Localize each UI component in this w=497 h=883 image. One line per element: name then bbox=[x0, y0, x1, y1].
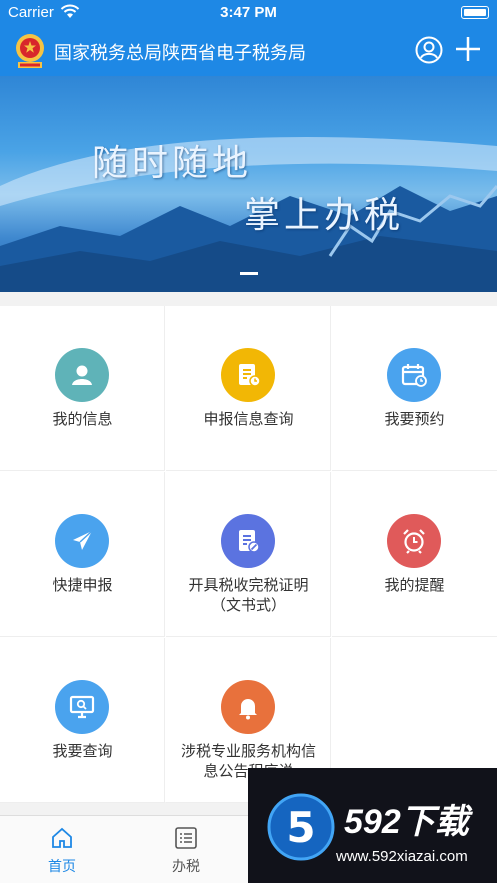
list-icon bbox=[174, 826, 198, 850]
user-icon bbox=[55, 348, 109, 402]
grid-item-label: 开具税收完税证明（文书式） bbox=[188, 577, 309, 614]
grid-item-declaration-query[interactable]: 申报信息查询 bbox=[166, 306, 331, 471]
home-icon bbox=[50, 826, 74, 850]
banner-page-indicator[interactable] bbox=[240, 272, 258, 275]
grid-item-tax-certificate[interactable]: 开具税收完税证明（文书式） bbox=[166, 472, 331, 637]
grid-item-label: 快捷申报 bbox=[52, 577, 113, 594]
page-title: 国家税务总局陕西省电子税务局 bbox=[54, 43, 306, 63]
592-logo-icon: 5 bbox=[267, 793, 335, 861]
clock: 3:47 PM bbox=[220, 4, 277, 21]
grid-item-quick-declare[interactable]: 快捷申报 bbox=[0, 472, 165, 637]
calendar-icon bbox=[387, 348, 441, 402]
grid-item-label: 我要查询 bbox=[52, 743, 113, 760]
grid-item-label: 我要预约 bbox=[384, 411, 445, 428]
add-button[interactable] bbox=[455, 36, 481, 62]
user-circle-icon bbox=[415, 36, 443, 64]
watermark-brand: 592下载 bbox=[344, 803, 469, 841]
site-watermark: 5 592下载 www.592xiazai.com bbox=[248, 768, 497, 883]
tab-home[interactable]: 首页 bbox=[0, 816, 124, 883]
document-edit-icon bbox=[221, 514, 275, 568]
status-bar: Carrier 3:47 PM bbox=[0, 0, 497, 26]
tax-emblem-icon bbox=[14, 32, 46, 70]
battery-icon bbox=[461, 6, 489, 19]
monitor-search-icon bbox=[55, 680, 109, 734]
tab-label: 首页 bbox=[48, 858, 76, 874]
promo-banner[interactable]: 随时随地 掌上办税 bbox=[0, 76, 497, 292]
tab-tax[interactable]: 办税 bbox=[124, 816, 248, 883]
bell-icon bbox=[221, 680, 275, 734]
watermark-site: www.592xiazai.com bbox=[336, 848, 468, 865]
banner-headline-1: 随时随地 bbox=[92, 143, 253, 184]
plus-icon bbox=[456, 37, 480, 61]
document-clock-icon bbox=[221, 348, 275, 402]
tab-label: 办税 bbox=[172, 858, 200, 874]
grid-item-appointment[interactable]: 我要预约 bbox=[332, 306, 497, 471]
grid-item-label: 我的信息 bbox=[52, 411, 113, 428]
service-grid: 我的信息 申报信息查询 我要预约 快捷申报 开具税收完税证明（文书式） 我的提醒 bbox=[0, 306, 497, 803]
user-profile-button[interactable] bbox=[415, 36, 443, 64]
banner-headline-2: 掌上办税 bbox=[244, 195, 405, 236]
paper-plane-icon bbox=[55, 514, 109, 568]
grid-item-my-info[interactable]: 我的信息 bbox=[0, 306, 165, 471]
grid-item-label: 申报信息查询 bbox=[203, 411, 294, 428]
grid-item-label: 我的提醒 bbox=[384, 577, 445, 594]
grid-item-query[interactable]: 我要查询 bbox=[0, 638, 165, 803]
svg-text:5: 5 bbox=[286, 803, 315, 852]
nav-bar: 国家税务总局陕西省电子税务局 bbox=[0, 26, 497, 76]
grid-item-reminders[interactable]: 我的提醒 bbox=[332, 472, 497, 637]
alarm-clock-icon bbox=[387, 514, 441, 568]
